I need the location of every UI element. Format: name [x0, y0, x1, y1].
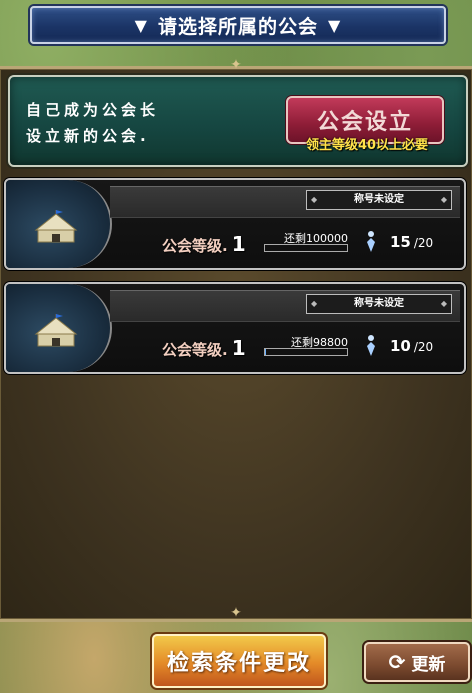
guild-card[interactable]: 称号未设定 公会等级.1 还剩98800 10/20	[4, 282, 466, 374]
guild-exp-fill	[265, 349, 266, 355]
member-icon	[367, 231, 375, 252]
guild-member-count: 15/20	[390, 233, 434, 251]
guild-title-badge: 称号未设定	[306, 294, 452, 314]
create-guild-description: 自己成为公会长 设立新的公会.	[26, 101, 160, 145]
guild-select-title-bar[interactable]: ▼ 请选择所属的公会 ▼	[30, 6, 446, 44]
guild-level: 公会等级. 1	[162, 336, 246, 360]
tent-icon	[34, 314, 78, 347]
bottom-ornament-icon: ✦	[230, 605, 242, 621]
guild-exp-bar	[264, 244, 348, 252]
guild-level: 公会等级. 1	[162, 232, 246, 256]
guild-emblem	[6, 284, 112, 372]
dropdown-arrow-right-icon: ▼	[328, 15, 342, 35]
guild-title-badge: 称号未设定	[306, 190, 452, 210]
page-title: 请选择所属的公会	[157, 15, 318, 38]
refresh-icon: ⟳	[388, 650, 406, 674]
guild-emblem	[6, 180, 112, 268]
dropdown-arrow-left-icon: ▼	[134, 15, 148, 35]
refresh-button-label: 更新	[411, 654, 446, 675]
guild-exp-bar	[264, 348, 348, 356]
top-ornament-icon: ✦	[230, 57, 242, 73]
member-icon	[367, 335, 375, 356]
refresh-button[interactable]: ⟳ 更新	[364, 642, 470, 682]
change-search-conditions-button[interactable]: 检索条件更改	[152, 634, 326, 688]
guild-member-count: 10/20	[390, 337, 434, 355]
create-guild-requirement: 领主等级40以上必要	[305, 138, 429, 153]
tent-icon	[34, 210, 78, 243]
guild-card[interactable]: 称号未设定 公会等级.1 还剩100000 15/20	[4, 178, 466, 270]
